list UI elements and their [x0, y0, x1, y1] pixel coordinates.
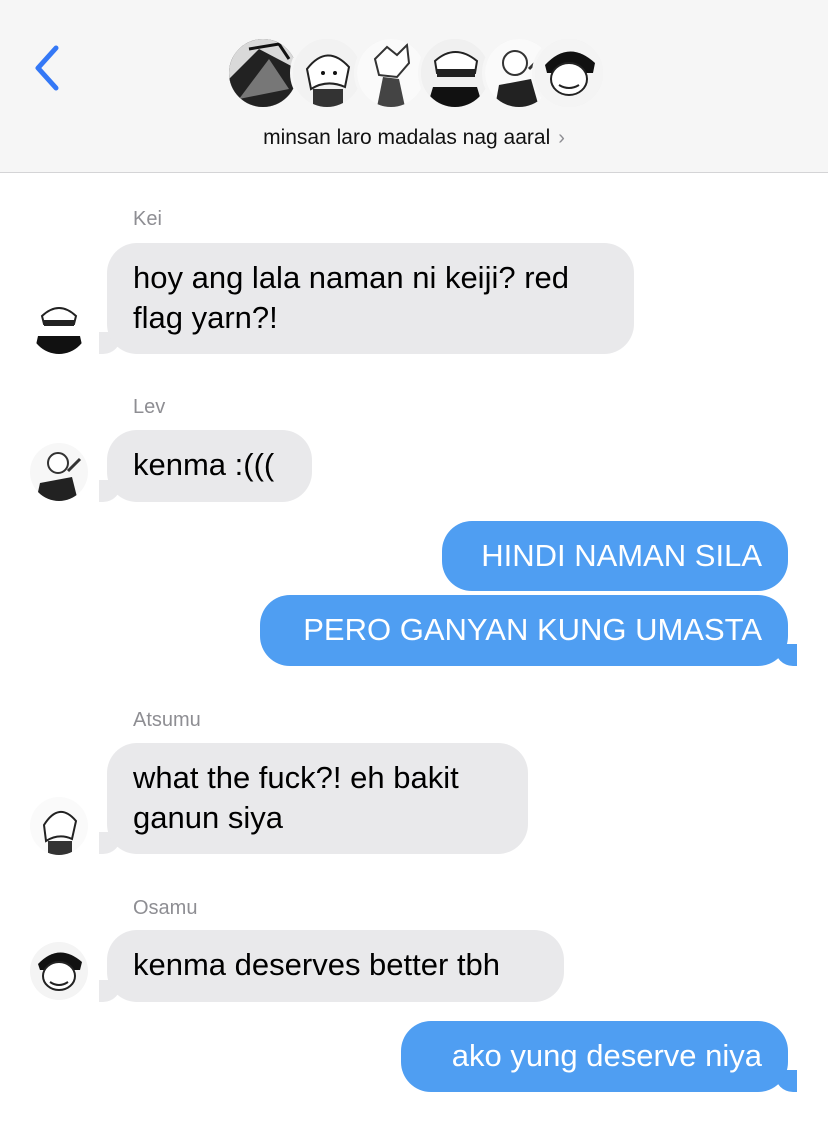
group-member-avatar [418, 36, 492, 110]
sender-name: Lev [133, 396, 166, 418]
chevron-left-icon [35, 45, 59, 91]
group-member-avatar [532, 36, 606, 110]
conversation-header: minsan laro madalas nag aaral › [0, 0, 828, 173]
back-button[interactable] [28, 40, 68, 96]
sender-avatar [30, 942, 88, 1000]
group-name-label: minsan laro madalas nag aaral [263, 126, 551, 149]
group-member-avatar [226, 36, 300, 110]
message-bubble-outgoing[interactable]: PERO GANYAN KUNG UMASTA [260, 595, 788, 666]
message-bubble-outgoing[interactable]: ako yung deserve niya [401, 1021, 788, 1092]
sender-avatar [30, 443, 88, 501]
sender-name: Osamu [133, 897, 198, 919]
sender-avatar [30, 797, 88, 855]
chevron-right-icon: › [558, 127, 565, 149]
message-bubble[interactable]: kenma deserves better tbh [107, 930, 564, 1002]
sender-name: Atsumu [133, 709, 201, 731]
group-avatars[interactable] [226, 36, 606, 116]
group-member-avatar [290, 36, 364, 110]
group-member-avatar [354, 36, 428, 110]
message-bubble[interactable]: kenma :((( [107, 430, 312, 502]
sender-avatar [30, 296, 88, 354]
sender-name: Kei [133, 208, 162, 230]
message-bubble[interactable]: hoy ang lala naman ni keiji? red flag ya… [107, 243, 634, 354]
message-bubble[interactable]: what the fuck?! eh bakit ganun siya [107, 743, 528, 854]
message-bubble-outgoing[interactable]: HINDI NAMAN SILA [442, 521, 788, 591]
group-name[interactable]: minsan laro madalas nag aaral › [0, 126, 828, 150]
